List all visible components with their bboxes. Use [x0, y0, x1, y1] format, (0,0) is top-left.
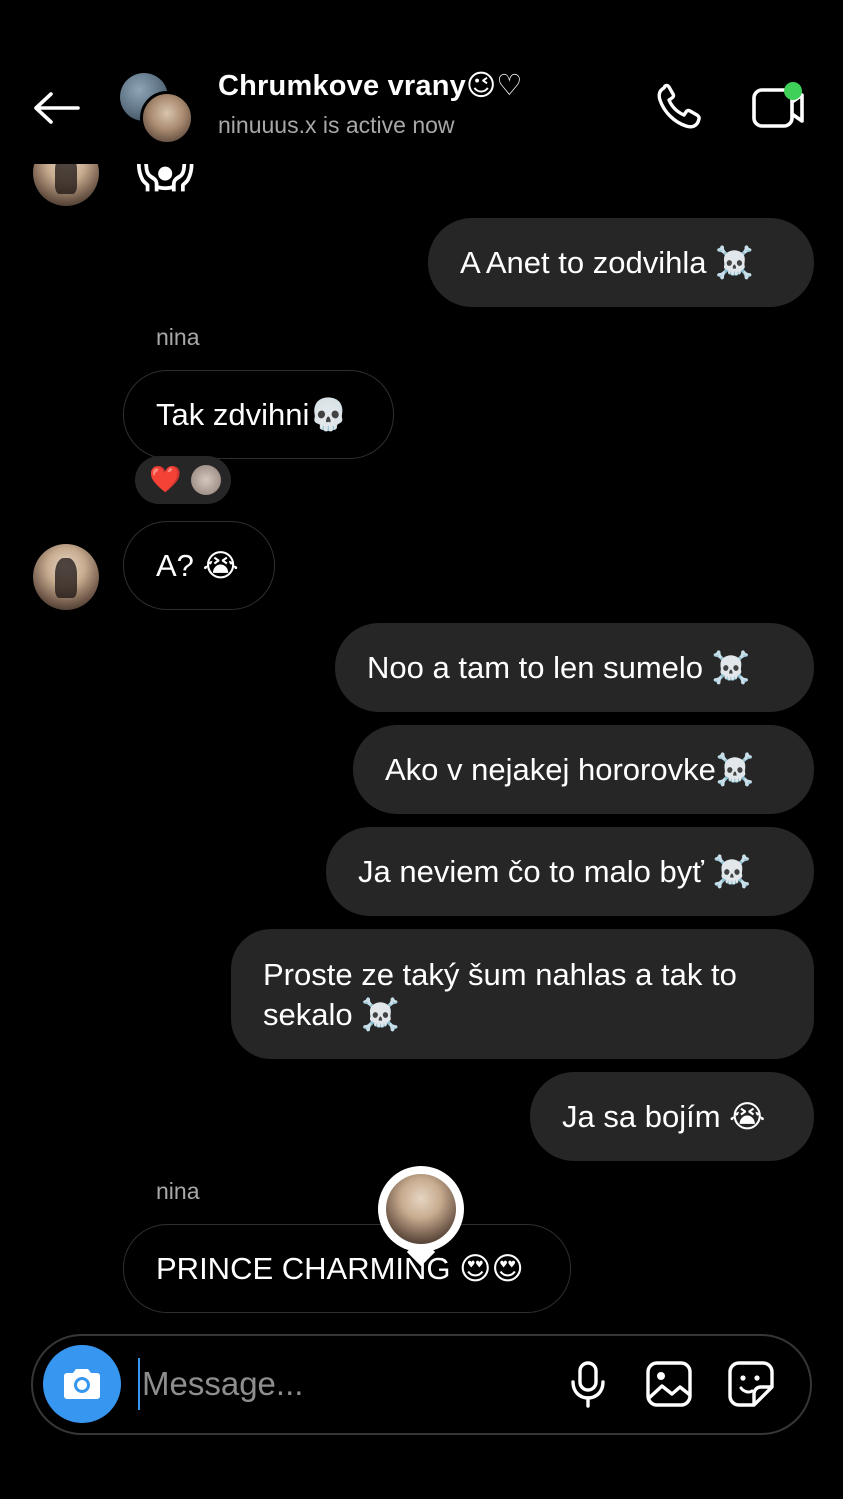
message-text: Ja sa bojím 😭: [562, 1098, 766, 1134]
camera-icon: [64, 1369, 100, 1399]
sticker-icon: [728, 1361, 774, 1407]
message-bubble-incoming[interactable]: PRINCE CHARMING 😍😍: [123, 1224, 571, 1313]
seen-by-avatar: [378, 1166, 464, 1267]
gallery-button[interactable]: [641, 1356, 697, 1412]
message-text: Noo a tam to len sumelo ☠️: [367, 649, 751, 685]
message-text: Proste ze taký šum nahlas a tak to sekal…: [263, 957, 737, 1032]
online-indicator: [784, 82, 802, 100]
message-bubble-outgoing[interactable]: A Anet to zodvihla ☠️: [428, 218, 814, 307]
camera-button[interactable]: [43, 1345, 121, 1423]
message-text: A? 😭: [156, 547, 239, 583]
sender-name: nina: [156, 1178, 200, 1204]
message-reaction[interactable]: ❤️: [135, 456, 231, 504]
message-bubble-incoming[interactable]: A? 😭: [123, 521, 275, 610]
chat-title[interactable]: Chrumkove vrany😉♡: [218, 68, 523, 103]
sticker-button[interactable]: [723, 1356, 779, 1412]
back-button[interactable]: [28, 84, 84, 132]
message-bubble-outgoing[interactable]: Ja neviem čo to malo byť ☠️: [326, 827, 814, 916]
message-bubble-outgoing[interactable]: Noo a tam to len sumelo ☠️: [335, 623, 814, 712]
group-avatar[interactable]: [120, 73, 194, 145]
avatar[interactable]: [33, 544, 99, 610]
message-text: PRINCE CHARMING 😍😍: [156, 1250, 524, 1286]
reactor-avatar: [191, 465, 222, 495]
active-status: ninuuus.x is active now: [218, 112, 455, 138]
sender-name: nina: [156, 324, 200, 350]
gallery-icon: [646, 1361, 692, 1407]
message-bubble-outgoing[interactable]: Ja sa bojím 😭: [530, 1072, 814, 1161]
message-text: Tak zdvihni💀: [156, 396, 348, 432]
microphone-icon: [571, 1361, 605, 1408]
voice-message-button[interactable]: [560, 1356, 616, 1412]
seen-avatar-photo: [386, 1174, 456, 1244]
message-text: A Anet to zodvihla ☠️: [460, 244, 754, 280]
group-avatar-front: [140, 91, 194, 145]
message-bubble-outgoing[interactable]: Proste ze taký šum nahlas a tak to sekal…: [231, 929, 814, 1059]
message-bubble-outgoing[interactable]: Ako v nejakej hororovke☠️: [353, 725, 814, 814]
back-arrow-icon: [34, 92, 80, 124]
audio-call-button[interactable]: [652, 82, 708, 132]
message-input[interactable]: [138, 1358, 542, 1410]
message-text: Ja neviem čo to malo byť ☠️: [358, 853, 752, 889]
heart-reaction-icon: ❤️: [149, 465, 182, 495]
phone-icon: [657, 83, 701, 129]
message-text: Ako v nejakej hororovke☠️: [385, 751, 755, 787]
message-bubble-incoming[interactable]: Tak zdvihni💀: [123, 370, 394, 459]
